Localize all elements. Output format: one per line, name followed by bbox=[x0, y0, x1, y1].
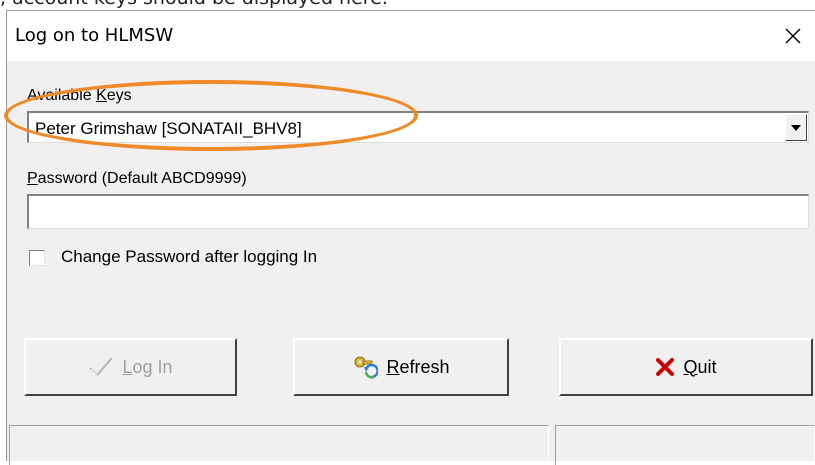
logon-dialog: Log on to HLMSW Available Keys Peter Gri… bbox=[6, 10, 815, 465]
page-caption: , account keys should be displayed here. bbox=[0, 0, 815, 8]
available-keys-label: Available Keys bbox=[27, 87, 132, 104]
close-icon bbox=[785, 28, 801, 44]
status-panel-left bbox=[9, 425, 549, 465]
keys-refresh-icon bbox=[354, 356, 379, 379]
quit-button-label: Quit bbox=[683, 356, 717, 377]
dropdown-arrow-icon bbox=[791, 124, 801, 131]
refresh-button-label: Refresh bbox=[386, 356, 450, 377]
dropdown-button[interactable] bbox=[785, 114, 807, 141]
status-bar bbox=[7, 425, 815, 465]
password-label: Password (Default ABCD9999) bbox=[27, 170, 247, 187]
login-button[interactable]: Log In bbox=[24, 338, 237, 396]
available-keys-dropdown[interactable]: Peter Grimshaw [SONATAII_BHV8] bbox=[27, 111, 809, 143]
password-input[interactable] bbox=[27, 194, 809, 229]
status-panel-right bbox=[555, 425, 815, 465]
title-bar: Log on to HLMSW bbox=[7, 11, 815, 61]
quit-button[interactable]: Quit bbox=[559, 338, 813, 396]
refresh-button[interactable]: Refresh bbox=[293, 338, 509, 396]
close-button[interactable] bbox=[770, 11, 815, 61]
available-keys-selected: Peter Grimshaw [SONATAII_BHV8] bbox=[35, 119, 302, 138]
red-x-icon bbox=[656, 358, 675, 376]
change-password-checkbox[interactable] bbox=[29, 250, 45, 266]
change-password-label: Change Password after logging In bbox=[61, 247, 318, 266]
checkmark-icon bbox=[89, 357, 114, 377]
window-title: Log on to HLMSW bbox=[15, 25, 174, 46]
login-button-label: Log In bbox=[122, 356, 173, 377]
